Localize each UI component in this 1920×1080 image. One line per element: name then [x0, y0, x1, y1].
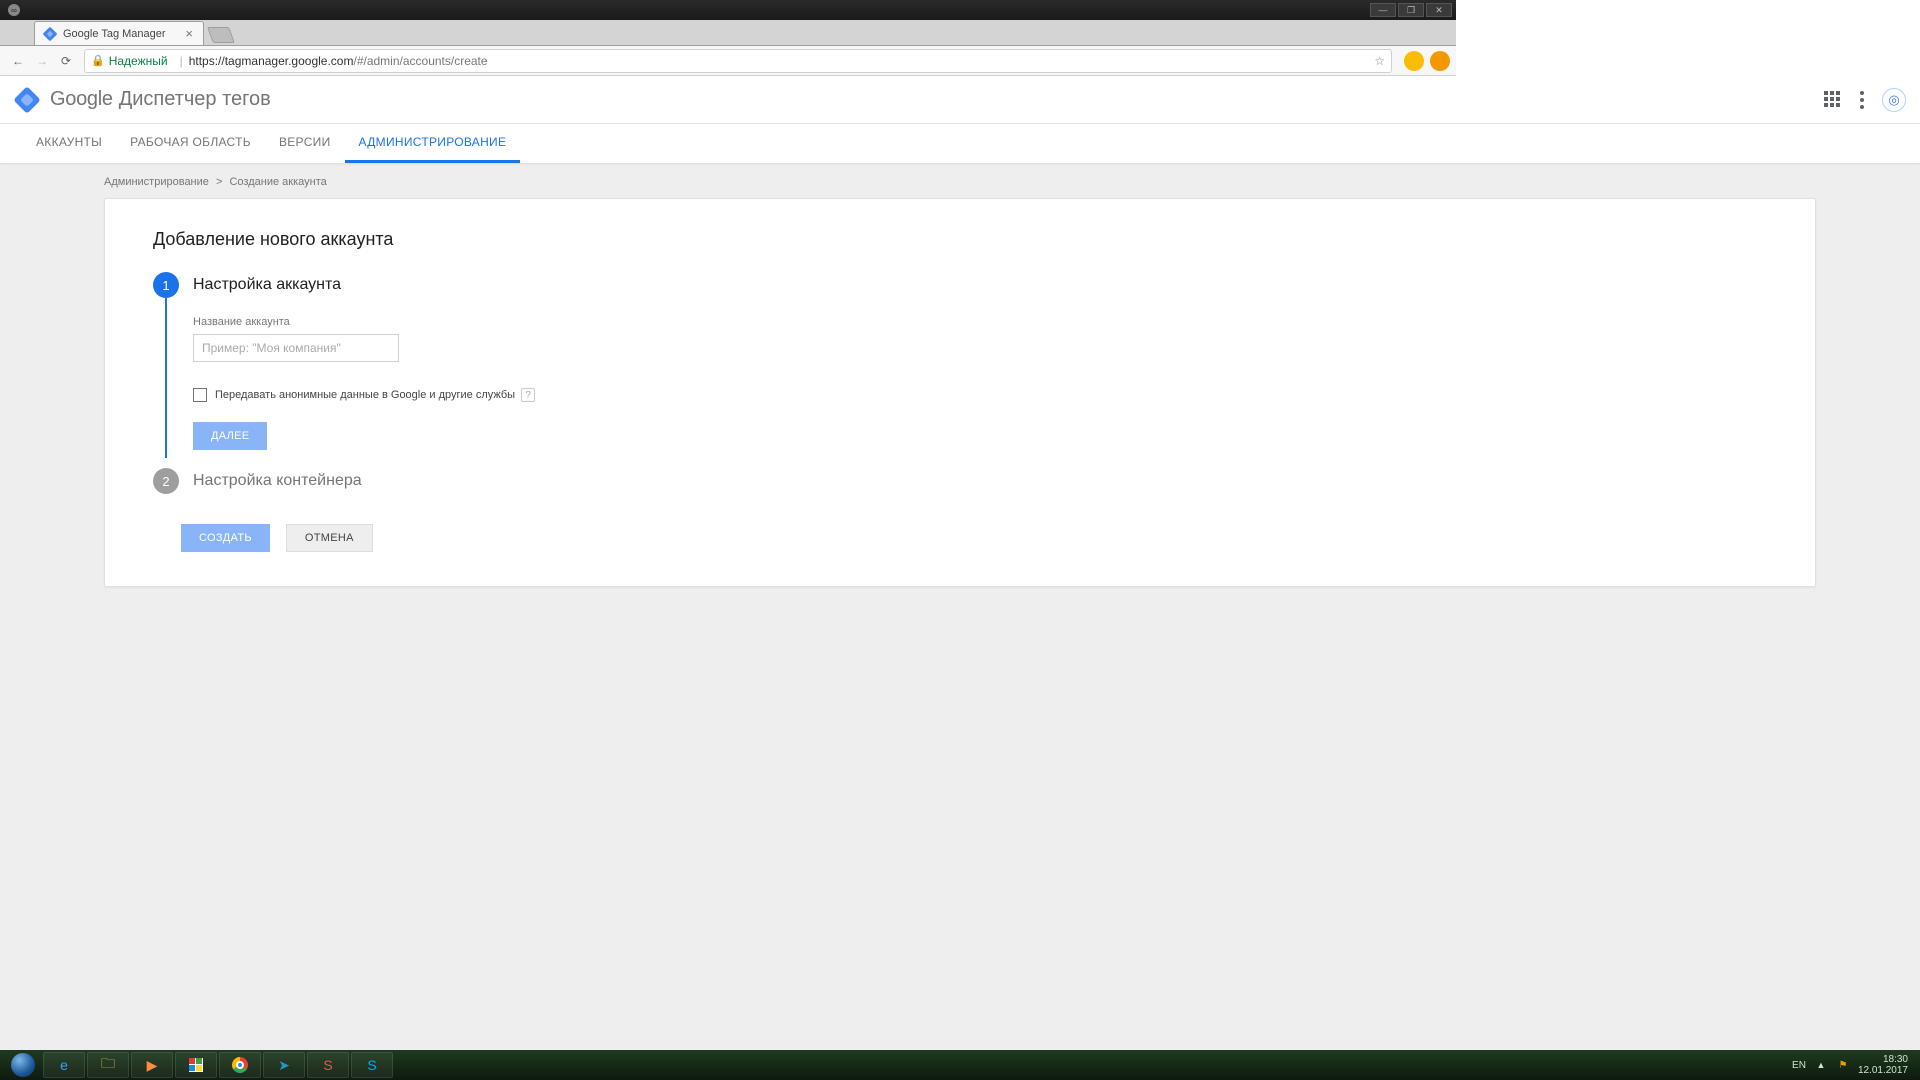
reload-button[interactable]: ⟳ — [55, 50, 77, 72]
account-avatar[interactable]: ◎ — [1882, 88, 1906, 112]
share-anon-checkbox[interactable] — [193, 388, 207, 402]
brand-product: Диспетчер тегов — [119, 88, 271, 111]
tray-action-center-icon[interactable]: ⚑ — [1836, 1058, 1850, 1072]
taskbar-skype-icon[interactable]: S — [351, 1052, 393, 1078]
browser-tab-title: Google Tag Manager — [63, 28, 166, 40]
bookmark-star-icon[interactable]: ☆ — [1374, 54, 1385, 68]
tray-date[interactable]: 12.01.2017 — [1858, 1065, 1908, 1076]
address-separator: | — [180, 54, 183, 68]
breadcrumb: Администрирование > Создание аккаунта — [0, 164, 1920, 198]
next-button[interactable]: ДАЛЕЕ — [193, 422, 267, 450]
forward-button[interactable]: → — [31, 50, 53, 72]
account-name-input[interactable] — [193, 334, 399, 362]
back-button[interactable]: ← — [7, 50, 29, 72]
breadcrumb-create: Создание аккаунта — [229, 176, 326, 188]
breadcrumb-separator: > — [216, 176, 222, 188]
gtm-favicon-icon — [43, 27, 57, 41]
more-menu-icon[interactable] — [1860, 91, 1864, 109]
tab-accounts[interactable]: АККАУНТЫ — [22, 124, 116, 163]
step-1-badge: 1 — [153, 272, 179, 298]
page-viewport: Google Диспетчер тегов ◎ АККАУНТЫ РАБОЧА… — [0, 76, 1920, 1050]
share-anon-row: Передавать анонимные данные в Google и д… — [193, 388, 1767, 402]
url-host: https://tagmanager.google.com — [189, 54, 354, 68]
gtm-logo-icon — [14, 87, 40, 113]
account-name-label: Название аккаунта — [193, 316, 1767, 328]
step-2-title: Настройка контейнера — [193, 468, 1767, 494]
os-titlebar: ∞ — ❐ ✕ — [0, 0, 1456, 20]
tab-workspace[interactable]: РАБОЧАЯ ОБЛАСТЬ — [116, 124, 265, 163]
window-maximize-button[interactable]: ❐ — [1398, 3, 1424, 17]
share-anon-label: Передавать анонимные данные в Google и д… — [215, 389, 515, 401]
brand: Google Диспетчер тегов — [50, 88, 271, 111]
windows-logo-icon — [11, 1053, 35, 1077]
chrome-app-icon: ∞ — [8, 4, 20, 16]
app-header: Google Диспетчер тегов ◎ — [0, 76, 1920, 124]
taskbar-explorer-icon[interactable]: 🗀 — [87, 1052, 129, 1078]
step-1: 1 Настройка аккаунта Название аккаунта П… — [153, 272, 1767, 450]
tab-versions[interactable]: ВЕРСИИ — [265, 124, 345, 163]
taskbar-ie-icon[interactable]: e — [43, 1052, 85, 1078]
taskbar-sublime-icon[interactable]: S — [307, 1052, 349, 1078]
window-close-button[interactable]: ✕ — [1426, 3, 1452, 17]
browser-tabstrip: Google Tag Manager × — [0, 20, 1456, 46]
url-path: /#/admin/accounts/create — [353, 54, 487, 68]
secure-label: Надежный — [109, 54, 168, 68]
taskbar-chrome-icon[interactable] — [219, 1052, 261, 1078]
create-button[interactable]: СОЗДАТЬ — [181, 524, 270, 552]
brand-google: Google — [50, 88, 113, 111]
browser-toolbar: ← → ⟳ 🔒 Надежный | https://tagmanager.go… — [0, 46, 1456, 76]
start-button[interactable] — [4, 1052, 42, 1078]
card-title: Добавление нового аккаунта — [153, 229, 1767, 250]
primary-nav: АККАУНТЫ РАБОЧАЯ ОБЛАСТЬ ВЕРСИИ АДМИНИСТ… — [0, 124, 1920, 164]
step-1-title: Настройка аккаунта — [193, 272, 1767, 298]
tray-language[interactable]: EN — [1792, 1060, 1806, 1071]
step-connector — [165, 298, 167, 458]
address-bar[interactable]: 🔒 Надежный | https://tagmanager.google.c… — [84, 49, 1392, 73]
google-apps-icon[interactable] — [1824, 91, 1842, 109]
taskbar-app-icon[interactable] — [175, 1052, 217, 1078]
step-2-badge: 2 — [153, 468, 179, 494]
taskbar-media-icon[interactable]: ▶ — [131, 1052, 173, 1078]
help-icon[interactable]: ? — [521, 388, 535, 402]
extension-icon[interactable] — [1430, 51, 1450, 71]
step-2: 2 Настройка контейнера — [153, 468, 1767, 494]
lock-icon: 🔒 — [91, 54, 105, 67]
tab-admin[interactable]: АДМИНИСТРИРОВАНИЕ — [345, 124, 521, 163]
cancel-button[interactable]: ОТМЕНА — [286, 524, 373, 552]
create-account-card: Добавление нового аккаунта 1 Настройка а… — [104, 198, 1816, 587]
tab-close-icon[interactable]: × — [183, 26, 195, 41]
system-tray: EN ▲ ⚑ 18:30 12.01.2017 — [1792, 1054, 1916, 1076]
os-taskbar: e 🗀 ▶ ➤ S S EN ▲ ⚑ 18:30 12.01.2017 — [0, 1050, 1920, 1080]
tray-time[interactable]: 18:30 — [1858, 1054, 1908, 1065]
browser-tab[interactable]: Google Tag Manager × — [34, 21, 204, 45]
window-minimize-button[interactable]: — — [1370, 3, 1396, 17]
breadcrumb-admin[interactable]: Администрирование — [104, 176, 209, 188]
extension-icon[interactable] — [1404, 51, 1424, 71]
taskbar-telegram-icon[interactable]: ➤ — [263, 1052, 305, 1078]
tray-show-hidden-icon[interactable]: ▲ — [1814, 1058, 1828, 1072]
new-tab-button[interactable] — [207, 27, 235, 43]
